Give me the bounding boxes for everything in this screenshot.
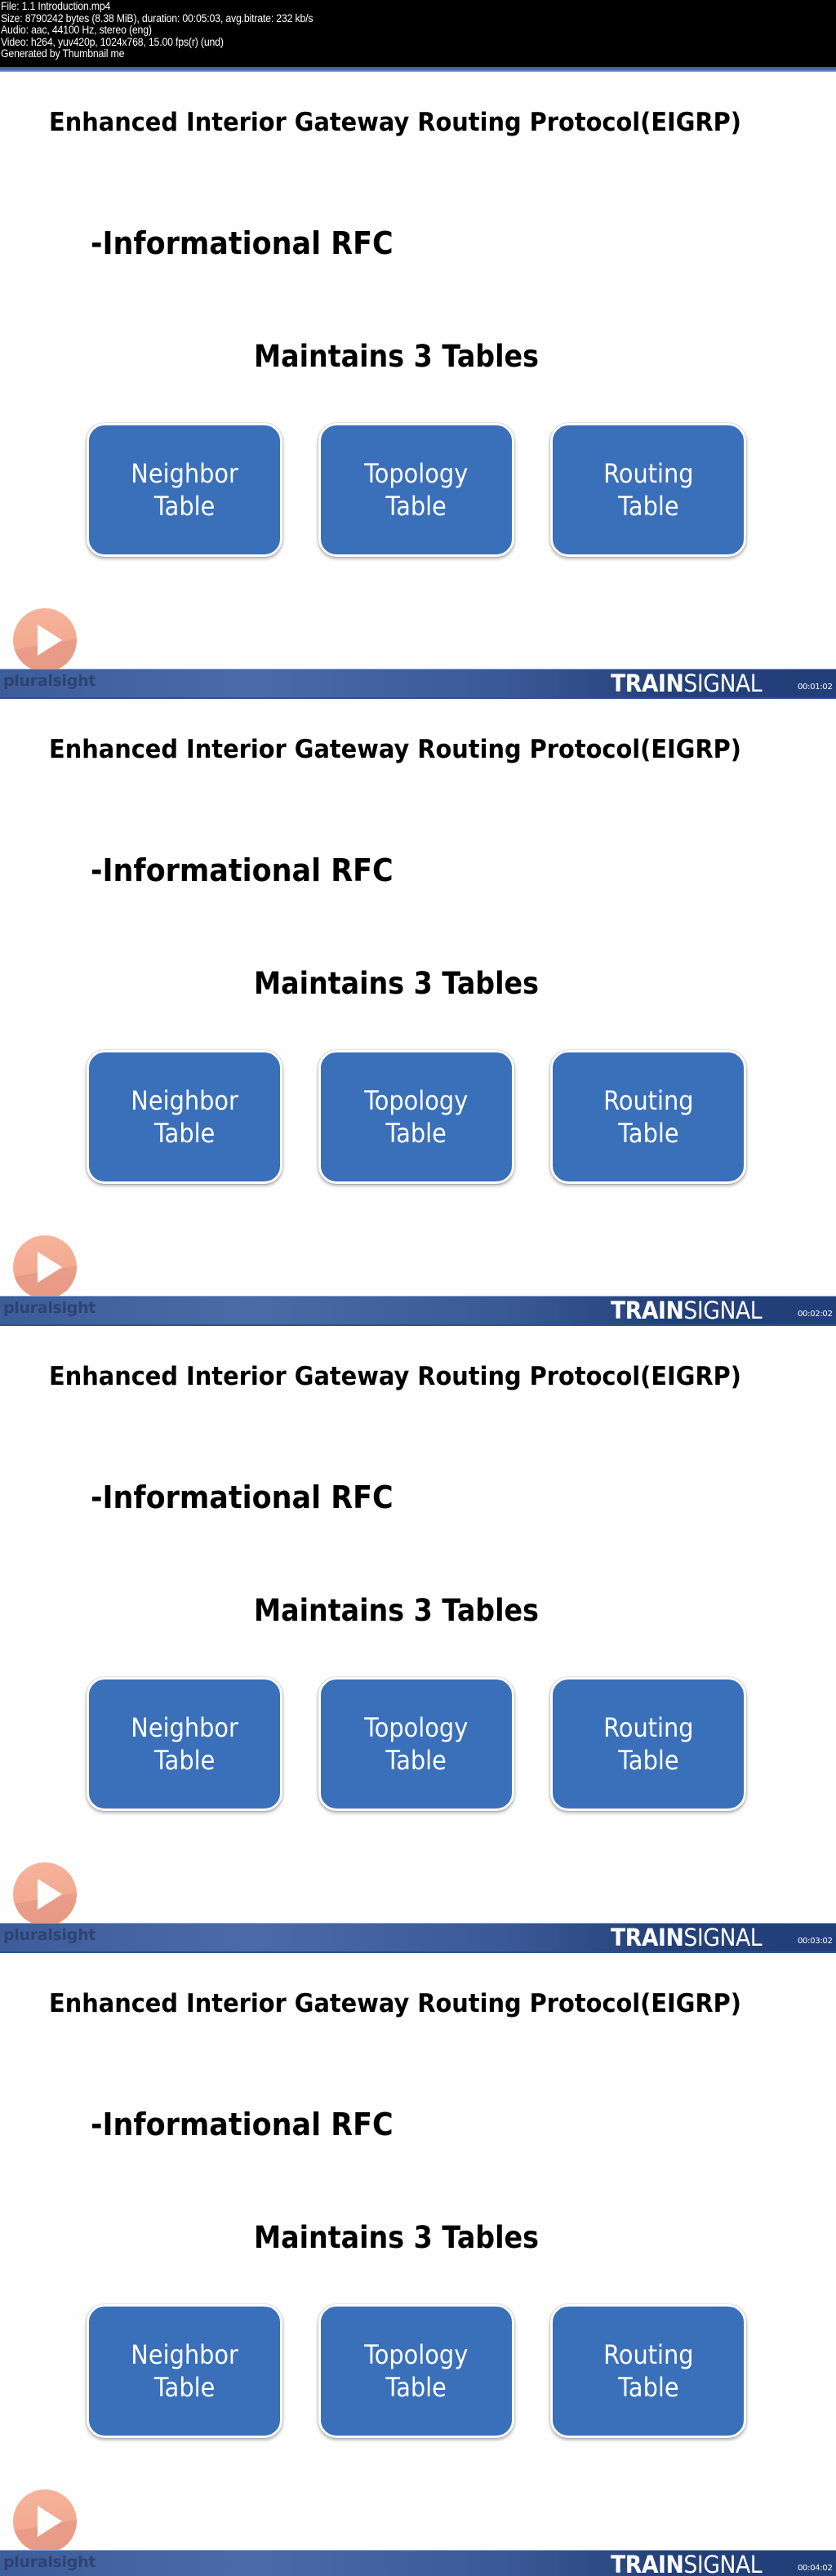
trainsignal-logo-regular: SIGNAL xyxy=(683,1924,763,1951)
video-frame-thumbnail[interactable]: Enhanced Interior Gateway Routing Protoc… xyxy=(0,1953,836,2576)
box-label-line2: Table xyxy=(153,1745,216,1776)
box-label-line1: Neighbor xyxy=(131,458,238,489)
bullet-informational-rfc: -Informational RFC xyxy=(91,225,394,261)
slide-title: Enhanced Interior Gateway Routing Protoc… xyxy=(49,1989,741,2018)
topology-table-box: Topology Table xyxy=(318,1050,514,1184)
pluralsight-logo: pluralsight xyxy=(3,672,96,690)
box-label-line1: Neighbor xyxy=(131,1712,238,1743)
slide-subheading: Maintains 3 Tables xyxy=(254,339,539,374)
play-icon xyxy=(38,2506,62,2537)
box-label-line1: Routing xyxy=(603,2339,694,2370)
box-label-line2: Table xyxy=(385,491,447,522)
bullet-informational-rfc: -Informational RFC xyxy=(91,852,394,888)
generator-line: Generated by Thumbnail me xyxy=(1,47,125,60)
box-label-line2: Table xyxy=(385,2372,447,2403)
neighbor-table-box: Neighbor Table xyxy=(87,1677,282,1811)
routing-table-box: Routing Table xyxy=(550,1677,746,1811)
footer-branding-bar: pluralsight TRAINSIGNAL 00:01:02 xyxy=(0,669,836,699)
trainsignal-logo-regular: SIGNAL xyxy=(683,1297,763,1324)
frame-timestamp: 00:04:02 xyxy=(798,2564,833,2573)
topology-table-box: Topology Table xyxy=(318,1677,514,1811)
trainsignal-logo: TRAINSIGNAL xyxy=(611,1924,763,1951)
topology-table-box: Topology Table xyxy=(318,2304,514,2438)
neighbor-table-box: Neighbor Table xyxy=(87,423,282,557)
box-label-line2: Table xyxy=(153,491,216,522)
video-info-line: Video: h264, yuv420p, 1024x768, 15.00 fp… xyxy=(1,35,224,48)
trainsignal-logo-bold: TRAIN xyxy=(611,1924,684,1951)
trainsignal-logo-regular: SIGNAL xyxy=(683,2551,763,2576)
footer-branding-bar: pluralsight TRAINSIGNAL 00:02:02 xyxy=(0,1296,836,1326)
pluralsight-logo: pluralsight xyxy=(3,1299,96,1317)
frame-timestamp: 00:01:02 xyxy=(798,683,833,692)
box-label-line2: Table xyxy=(617,2372,679,2403)
slide-title: Enhanced Interior Gateway Routing Protoc… xyxy=(49,108,741,137)
slide-subheading: Maintains 3 Tables xyxy=(254,966,539,1001)
box-label-line1: Routing xyxy=(603,458,694,489)
trainsignal-logo-regular: SIGNAL xyxy=(683,670,763,697)
audio-info-line: Audio: aac, 44100 Hz, stereo (eng) xyxy=(1,24,152,37)
topology-table-box: Topology Table xyxy=(318,423,514,557)
routing-table-box: Routing Table xyxy=(550,2304,746,2438)
slide-subheading: Maintains 3 Tables xyxy=(254,1593,539,1628)
play-icon xyxy=(38,625,62,656)
neighbor-table-box: Neighbor Table xyxy=(87,2304,282,2438)
slide-title: Enhanced Interior Gateway Routing Protoc… xyxy=(49,1362,741,1391)
play-button[interactable] xyxy=(13,1862,77,1926)
bullet-informational-rfc: -Informational RFC xyxy=(91,2107,394,2142)
box-label-line2: Table xyxy=(617,1118,679,1149)
frame-timestamp: 00:03:02 xyxy=(798,1937,833,1946)
box-label-line1: Neighbor xyxy=(131,1085,238,1116)
box-label-line2: Table xyxy=(385,1118,447,1149)
file-name-line: File: 1.1 Introduction.mp4 xyxy=(1,0,111,12)
trainsignal-logo: TRAINSIGNAL xyxy=(611,2551,763,2576)
play-button[interactable] xyxy=(13,608,77,672)
box-label-line1: Routing xyxy=(603,1085,694,1116)
box-label-line2: Table xyxy=(617,491,679,522)
frame-timestamp: 00:02:02 xyxy=(798,1310,833,1319)
box-label-line1: Topology xyxy=(364,1712,469,1743)
slide-title: Enhanced Interior Gateway Routing Protoc… xyxy=(49,735,741,764)
slide-subheading: Maintains 3 Tables xyxy=(254,2220,539,2255)
box-label-line1: Topology xyxy=(364,1085,469,1116)
box-label-line2: Table xyxy=(153,1118,216,1149)
routing-table-box: Routing Table xyxy=(550,423,746,557)
footer-branding-bar: pluralsight TRAINSIGNAL 00:03:02 xyxy=(0,1923,836,1953)
box-label-line2: Table xyxy=(617,1745,679,1776)
box-label-line1: Topology xyxy=(364,2339,469,2370)
file-size-line: Size: 8790242 bytes (8.38 MiB), duration… xyxy=(1,11,314,24)
play-button[interactable] xyxy=(13,1235,77,1299)
trainsignal-logo-bold: TRAIN xyxy=(611,670,684,697)
box-label-line1: Routing xyxy=(603,1712,694,1743)
trainsignal-logo: TRAINSIGNAL xyxy=(611,1297,763,1324)
bullet-informational-rfc: -Informational RFC xyxy=(91,1479,394,1515)
box-label-line2: Table xyxy=(385,1745,447,1776)
neighbor-table-box: Neighbor Table xyxy=(87,1050,282,1184)
trainsignal-logo: TRAINSIGNAL xyxy=(611,670,763,697)
box-label-line2: Table xyxy=(153,2372,216,2403)
box-label-line1: Topology xyxy=(364,458,469,489)
play-icon xyxy=(38,1252,62,1283)
trainsignal-logo-bold: TRAIN xyxy=(611,1297,684,1324)
routing-table-box: Routing Table xyxy=(550,1050,746,1184)
footer-branding-bar: pluralsight TRAINSIGNAL 00:04:02 xyxy=(0,2550,836,2576)
trainsignal-logo-bold: TRAIN xyxy=(611,2551,684,2576)
play-button[interactable] xyxy=(13,2489,77,2553)
file-info-header: File: 1.1 Introduction.mp4 Size: 8790242… xyxy=(0,0,836,67)
video-frame-thumbnail[interactable]: Enhanced Interior Gateway Routing Protoc… xyxy=(0,72,836,699)
pluralsight-logo: pluralsight xyxy=(3,1926,96,1944)
video-frame-thumbnail[interactable]: Enhanced Interior Gateway Routing Protoc… xyxy=(0,1326,836,1953)
video-frame-thumbnail[interactable]: Enhanced Interior Gateway Routing Protoc… xyxy=(0,699,836,1326)
pluralsight-logo: pluralsight xyxy=(3,2553,96,2571)
play-icon xyxy=(38,1879,62,1910)
box-label-line1: Neighbor xyxy=(131,2339,238,2370)
